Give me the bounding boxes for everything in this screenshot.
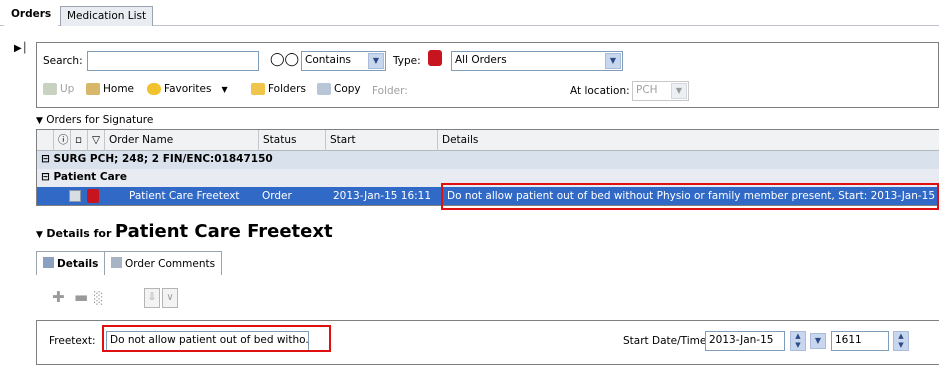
nav-folders-button[interactable]: Folders [251, 83, 306, 95]
collapse-triangle-icon[interactable]: ▼ [36, 230, 43, 240]
folder-up-icon [43, 83, 57, 95]
search-label: Search: [43, 55, 83, 67]
home-icon [86, 83, 100, 95]
nav-copy-button[interactable]: Copy [317, 83, 361, 95]
chevron-down-icon: ▼ [368, 53, 384, 69]
order-type-icon [428, 50, 442, 66]
column-order-name[interactable]: Order Name [104, 130, 258, 151]
add-icon[interactable]: ✚ [52, 288, 65, 306]
collapse-box-icon[interactable]: ⊟ [41, 171, 50, 183]
order-type-select[interactable]: All Orders ▼ [451, 51, 623, 71]
column-status[interactable]: Status [258, 130, 325, 151]
help-icon[interactable]: ⓘ [53, 130, 70, 151]
tab-orders[interactable]: Orders [4, 4, 59, 27]
nav-up-label: Up [60, 83, 75, 95]
freetext-label: Freetext: [49, 335, 96, 347]
nav-home-button[interactable]: Home [86, 83, 134, 95]
row-start: 2013-Jan-15 16:11 [333, 190, 432, 202]
start-datetime-label: Start Date/Time: [623, 335, 710, 347]
row-status: Order [262, 190, 292, 202]
expand-panel-arrow-icon[interactable]: ▶│ [14, 43, 28, 54]
orders-for-signature-header[interactable]: ▼ Orders for Signature [36, 114, 153, 126]
chart-icon[interactable]: ░ [94, 291, 103, 305]
calendar-dropdown-icon[interactable]: ▼ [810, 333, 826, 349]
expand-all-icon[interactable]: ∨ [162, 288, 178, 308]
start-date-field[interactable]: 2013-Jan-15 [705, 331, 785, 351]
highlight-box-details [441, 183, 939, 210]
details-order-title: Patient Care Freetext [114, 221, 333, 242]
column-details[interactable]: Details [437, 130, 939, 151]
type-label: Type: [393, 55, 421, 67]
row-order-name: Patient Care Freetext [129, 190, 240, 202]
time-spinner[interactable]: ▲ ▼ [893, 331, 909, 351]
left-strip: ▶│ [0, 27, 30, 365]
grid-header: ⓘ ▫ ▽ Order Name Status Start Details [37, 130, 939, 151]
row-checkbox[interactable] [69, 190, 81, 202]
tab-medication-list[interactable]: Medication List [60, 6, 154, 26]
tab-details-label: Details [57, 258, 99, 270]
order-type-value: All Orders [455, 54, 507, 66]
copy-icon [317, 83, 331, 95]
remove-icon[interactable]: ▬ [74, 288, 88, 306]
chevron-down-icon: ▼ [221, 85, 228, 94]
tab-order-comments-label: Order Comments [125, 258, 216, 270]
folder-label: Folder: [372, 85, 408, 97]
search-input[interactable] [87, 51, 259, 71]
move-down-icon[interactable]: ⇩ [144, 288, 160, 308]
category-group-label: Patient Care [53, 171, 127, 183]
location-label: At location: [570, 85, 630, 97]
location-select[interactable]: PCH ▼ [632, 81, 689, 101]
folder-icon [251, 83, 265, 95]
nav-copy-label: Copy [334, 83, 361, 95]
match-mode-select[interactable]: Contains ▼ [301, 51, 386, 71]
tab-order-comments[interactable]: Order Comments [104, 251, 223, 275]
details-prefix: Details for [46, 227, 112, 240]
binoculars-icon[interactable]: ◯◯ [270, 52, 299, 67]
nav-home-label: Home [103, 83, 135, 95]
nav-up-button[interactable]: Up [43, 83, 74, 95]
collapse-triangle-icon: ▼ [36, 116, 43, 126]
filter-icon[interactable]: ▽ [87, 130, 104, 151]
nav-folders-label: Folders [268, 83, 306, 95]
encounter-group-label: SURG PCH; 248; 2 FIN/ENC:01847150 [53, 153, 273, 165]
match-mode-value: Contains [305, 54, 352, 66]
comment-icon[interactable]: ▫ [70, 130, 87, 151]
chevron-down-icon: ▼ [605, 53, 621, 69]
details-title: ▼ Details for Patient Care Freetext [36, 221, 333, 242]
chevron-down-icon: ▼ [671, 83, 687, 99]
highlight-box-freetext [102, 325, 331, 352]
column-start[interactable]: Start [325, 130, 437, 151]
order-type-icon [87, 189, 99, 203]
details-icon [43, 257, 54, 268]
top-tab-bar: Orders Medication List [0, 0, 939, 27]
collapse-box-icon[interactable]: ⊟ [41, 153, 50, 165]
column-blank [37, 130, 53, 151]
location-value: PCH [636, 84, 658, 96]
nav-favorites-label: Favorites [164, 83, 212, 95]
start-time-field[interactable]: 1611 [831, 331, 889, 351]
order-search-panel: Search: ◯◯ Contains ▼ Type: All Orders ▼… [36, 42, 939, 108]
star-icon [147, 83, 161, 95]
orders-for-signature-title: Orders for Signature [46, 114, 154, 126]
date-spinner[interactable]: ▲ ▼ [790, 331, 806, 351]
encounter-group-row[interactable]: ⊟ SURG PCH; 248; 2 FIN/ENC:01847150 [37, 151, 939, 169]
nav-favorites-button[interactable]: Favorites ▼ [147, 83, 228, 95]
tab-details[interactable]: Details [36, 251, 106, 275]
comments-icon [111, 257, 122, 268]
